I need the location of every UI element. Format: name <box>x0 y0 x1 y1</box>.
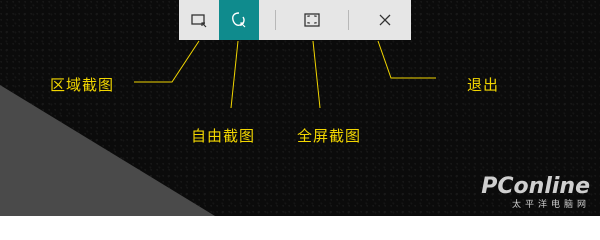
label-rect-snip: 区域截图 <box>50 76 115 94</box>
screen-overlay: 区域截图 自由截图 全屏截图 退出 PConline 太平洋电脑网 <box>0 0 600 216</box>
leader-line-fullscreen <box>312 40 321 109</box>
leader-line-freeform <box>230 40 239 109</box>
label-freeform-snip: 自由截图 <box>191 127 256 145</box>
watermark: PConline 太平洋电脑网 <box>481 174 590 210</box>
watermark-logo: PConline <box>481 174 590 199</box>
label-exit: 退出 <box>467 76 500 94</box>
leader-line-rect <box>134 40 200 83</box>
label-fullscreen-snip: 全屏截图 <box>297 127 362 145</box>
leader-line-exit <box>377 40 436 79</box>
